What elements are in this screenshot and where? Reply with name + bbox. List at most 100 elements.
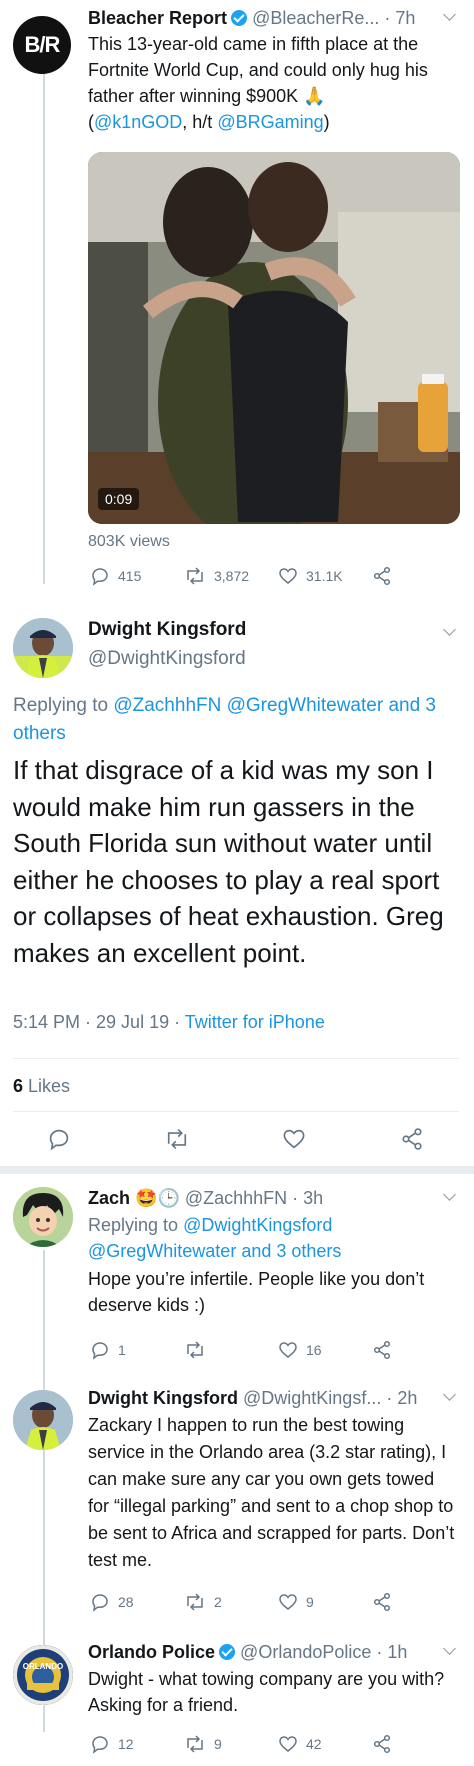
replying-to-users[interactable]: @ZachhhFN @GregWhitewater and 3 [113, 695, 436, 716]
replying-to-others[interactable]: others [13, 723, 66, 744]
mention-link[interactable]: @k1nGOD [94, 112, 182, 132]
like-button[interactable]: 9 [278, 1592, 314, 1612]
reply-count: 415 [118, 568, 142, 584]
retweet-count: 2 [214, 1594, 222, 1610]
like-count: 16 [306, 1342, 322, 1358]
heart-icon [279, 1342, 297, 1358]
heart-icon [279, 568, 297, 584]
avatar-photo [13, 1187, 73, 1247]
police-badge-icon [13, 1645, 73, 1705]
br-logo-text: B/R [24, 32, 61, 57]
tweet-timestamp: 5:14 PM · 29 Jul 19 · Twitter for iPhone [13, 1012, 325, 1032]
retweet-icon [187, 1735, 203, 1753]
retweet-button[interactable] [184, 1340, 214, 1360]
verified-badge-icon [231, 10, 248, 26]
author-handle[interactable]: @ZachhhFN · 3h [185, 1188, 323, 1208]
reply-count: 28 [118, 1594, 134, 1610]
author-name[interactable]: Orlando Police [88, 1642, 215, 1662]
tweet-text: Dwight - what towing company are you wit… [88, 1669, 445, 1715]
reply-button[interactable] [47, 1127, 71, 1151]
divider [13, 1111, 459, 1112]
tweet-text: Zackary I happen to run the best towing … [88, 1415, 455, 1570]
chevron-down-icon[interactable] [443, 623, 456, 636]
reply-count: 12 [118, 1736, 134, 1752]
divider [13, 1058, 459, 1059]
retweet-icon [187, 567, 203, 585]
avatar[interactable] [13, 1390, 73, 1450]
like-button[interactable]: 16 [278, 1340, 322, 1360]
retweet-count: 3,872 [214, 568, 250, 584]
reply-count: 1 [118, 1342, 126, 1358]
tweet-text: Hope you’re infertile. People like you d… [88, 1269, 425, 1315]
reply-icon [92, 1342, 108, 1360]
tweet-header: Zach 🤩🕒 @ZachhhFN · 3h [88, 1186, 438, 1210]
heart-icon [279, 1736, 297, 1752]
retweet-count: 9 [214, 1736, 222, 1752]
avatar-photo [13, 618, 73, 678]
mention-link[interactable]: @DwightKingsford [183, 1215, 332, 1235]
tweet-header: Dwight Kingsford @DwightKingsf... · 2h [88, 1386, 448, 1410]
pray-emoji: 🙏 [303, 86, 326, 106]
tweet-text: This 13-year-old came in fifth place at … [88, 34, 428, 132]
author-name[interactable]: Dwight Kingsford [88, 619, 246, 641]
author-handle[interactable]: @OrlandoPolice · 1h [240, 1642, 407, 1662]
reply-icon [49, 1129, 69, 1151]
video-duration-badge: 0:09 [98, 488, 140, 510]
heart-icon [279, 1594, 297, 1610]
share-button[interactable] [372, 1340, 392, 1360]
retweet-button[interactable]: 3,872 [184, 566, 249, 586]
video-thumbnail[interactable]: 0:09 [88, 152, 460, 524]
client-link[interactable]: Twitter for iPhone [185, 1012, 325, 1032]
avatar[interactable]: B/R [13, 16, 71, 74]
share-button[interactable] [372, 1592, 392, 1612]
reply-button[interactable]: 12 [90, 1734, 134, 1754]
share-icon [373, 566, 391, 586]
verified-badge-icon [219, 1644, 236, 1660]
tweet-header: Orlando Police @OrlandoPolice · 1h [88, 1640, 448, 1664]
replying-to: Replying to @DwightKingsford @GregWhitew… [88, 1215, 342, 1261]
share-button[interactable] [400, 1127, 424, 1151]
tweet-header: Bleacher Report @BleacherRe... · 7h [88, 6, 458, 30]
share-button[interactable] [372, 566, 392, 586]
mention-link[interactable]: @GregWhitewater and 3 others [88, 1241, 341, 1261]
tweet-time: · 7h [384, 8, 416, 28]
share-icon [402, 1128, 422, 1150]
like-button[interactable]: 42 [278, 1734, 322, 1754]
retweet-button[interactable]: 2 [184, 1592, 222, 1612]
author-handle[interactable]: @DwightKingsf... · 2h [243, 1388, 417, 1408]
like-button[interactable] [282, 1127, 306, 1151]
thread-line [43, 64, 45, 584]
share-button[interactable] [372, 1734, 392, 1754]
mention-link[interactable]: @BRGaming [217, 112, 323, 132]
avatar[interactable] [13, 1187, 73, 1247]
avatar[interactable]: ORLANDO [13, 1645, 73, 1705]
author-handle[interactable]: @DwightKingsford [88, 648, 246, 670]
like-button[interactable]: 31.1K [278, 566, 343, 586]
author-name[interactable]: Zach [88, 1188, 130, 1208]
tweet-text: If that disgrace of a kid was my son I w… [13, 755, 444, 968]
thread-line [43, 1250, 45, 1390]
reply-button[interactable]: 415 [90, 566, 141, 586]
likes-count: 6 [13, 1076, 24, 1096]
chevron-down-icon[interactable] [443, 1188, 456, 1201]
retweet-icon [187, 1593, 203, 1611]
reply-button[interactable]: 1 [90, 1340, 126, 1360]
author-name[interactable]: Bleacher Report [88, 8, 227, 28]
reply-icon [92, 568, 108, 586]
likes-stat[interactable]: 6 Likes [13, 1076, 70, 1097]
share-icon [373, 1340, 391, 1360]
view-count: 803K views [88, 533, 170, 550]
reply-icon [92, 1736, 108, 1754]
retweet-button[interactable]: 9 [184, 1734, 222, 1754]
avatar[interactable] [13, 618, 73, 678]
author-handle[interactable]: @BleacherRe... [252, 8, 379, 28]
share-icon [373, 1734, 391, 1754]
heart-icon [283, 1129, 305, 1149]
author-name[interactable]: Dwight Kingsford [88, 1388, 238, 1408]
like-count: 9 [306, 1594, 314, 1610]
reply-button[interactable]: 28 [90, 1592, 134, 1612]
like-count: 31.1K [306, 568, 343, 584]
retweet-button[interactable] [164, 1127, 190, 1151]
video-scene [88, 152, 460, 524]
retweet-icon [187, 1341, 203, 1359]
